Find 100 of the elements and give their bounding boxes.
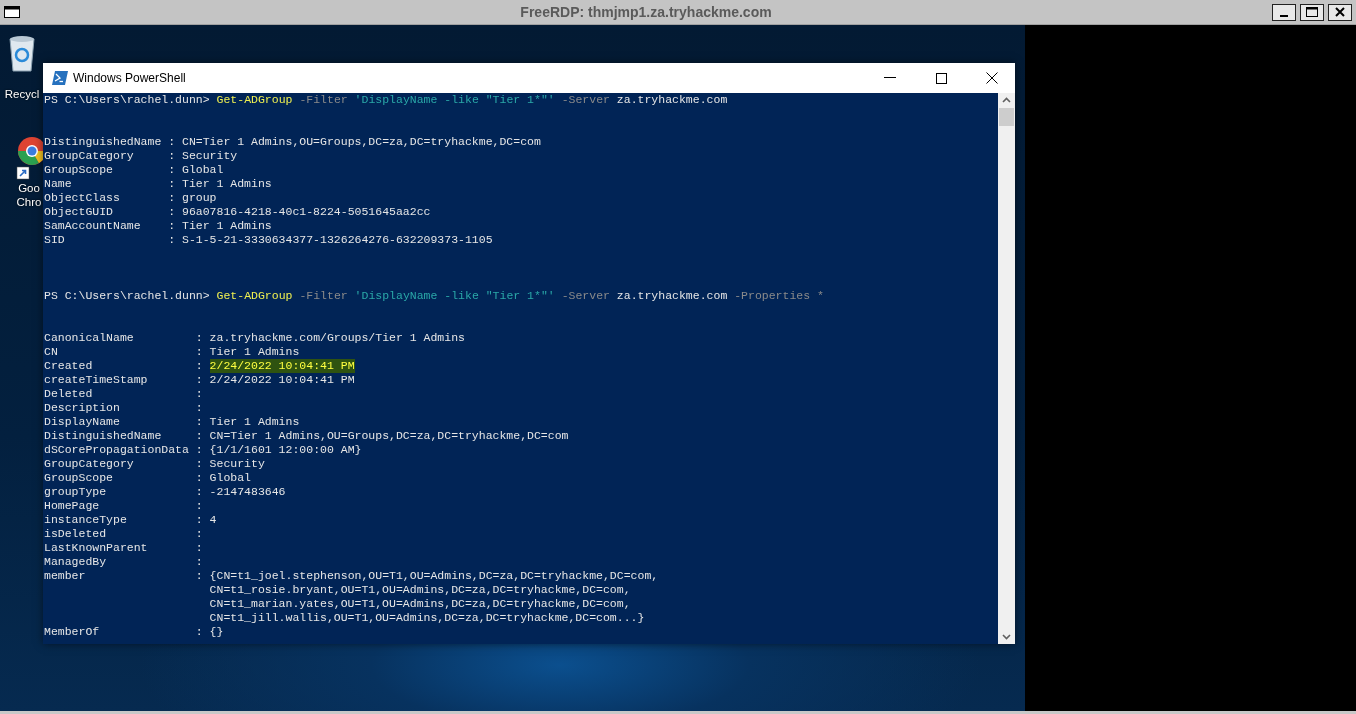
separator-colon: : <box>195 499 203 513</box>
command-parameter: -Server <box>561 289 610 303</box>
icon-label: Chro <box>16 195 42 209</box>
property-name: member <box>44 569 87 583</box>
separator-colon: : <box>195 457 203 471</box>
close-icon <box>986 72 998 84</box>
property-value: Global <box>209 471 252 485</box>
minimize-button[interactable] <box>1272 3 1296 21</box>
maximize-button[interactable] <box>1300 3 1324 21</box>
separator-colon: : <box>195 625 203 639</box>
property-value: 2/24/2022 10:04:41 PM <box>209 359 355 373</box>
property-value: 96a07816-4218-40c1-8224-5051645aa2cc <box>182 205 431 219</box>
separator-colon: : <box>195 471 203 485</box>
command-string: 'DisplayName -like "Tier 1*"' <box>354 93 555 107</box>
property-value: Tier 1 Admins <box>209 415 300 429</box>
property-name: ObjectGUID <box>44 205 114 219</box>
property-value: 2/24/2022 10:04:41 PM <box>209 373 355 387</box>
property-name: groupType <box>44 485 108 499</box>
property-name: instanceType <box>44 513 128 527</box>
property-name: ObjectClass <box>44 191 121 205</box>
icon-label: Goo <box>18 181 40 195</box>
property-name: ManagedBy <box>44 555 108 569</box>
property-name: GroupScope <box>44 471 114 485</box>
property-value: CN=t1_rosie.bryant,OU=T1,OU=Admins,DC=za,DC=tryhackme,DC=com, <box>209 583 631 597</box>
maximize-icon <box>935 72 947 84</box>
property-value: CN=t1_marian.yates,OU=T1,OU=Admins,DC=za,DC=tryhackme,DC=com, <box>209 597 631 611</box>
minimize-icon <box>884 77 896 79</box>
property-value: 4 <box>209 513 217 527</box>
command-cmdlet: Get-ADGroup <box>216 289 293 303</box>
separator-colon: : <box>195 569 203 583</box>
property-value: {1/1/1601 12:00:00 AM} <box>209 443 362 457</box>
maximize-icon <box>1306 7 1318 17</box>
close-button[interactable] <box>1328 3 1352 21</box>
separator-colon: : <box>195 485 203 499</box>
property-value: Security <box>209 457 265 471</box>
property-name: Name <box>44 177 73 191</box>
property-value: CN=Tier 1 Admins,OU=Groups,DC=za,DC=tryhackme,DC=com <box>209 429 569 443</box>
property-name: DistinguishedName <box>44 429 163 443</box>
console-prompt: PS C:\Users\rachel.dunn> <box>44 289 210 303</box>
scrollbar[interactable] <box>998 93 1015 644</box>
separator-colon: : <box>168 219 176 233</box>
separator-colon: : <box>195 443 203 457</box>
separator-colon: : <box>195 541 203 555</box>
property-value: S-1-5-21-3330634377-1326264276-632209373-1105 <box>182 233 493 247</box>
separator-colon: : <box>195 373 203 387</box>
property-name: CanonicalName <box>44 331 135 345</box>
property-name: DisplayName <box>44 415 121 429</box>
property-value: CN=Tier 1 Admins,OU=Groups,DC=za,DC=tryhackme,DC=com <box>182 135 541 149</box>
command-parameter: * <box>817 289 824 303</box>
command-parameter: -Properties <box>734 289 811 303</box>
separator-colon: : <box>195 527 203 541</box>
command-argument: za.tryhackme.com <box>616 93 728 107</box>
property-name: GroupScope <box>44 163 114 177</box>
separator-colon: : <box>168 233 176 247</box>
separator-colon: : <box>168 135 176 149</box>
window-title: Windows PowerShell <box>73 71 187 85</box>
property-value: {CN=t1_joel.stephenson,OU=T1,OU=Admins,DC=za,DC=tryhackme,DC=com, <box>209 569 659 583</box>
icon-label: Recycl <box>4 87 40 101</box>
window-icon <box>4 6 20 18</box>
close-icon <box>1335 7 1345 17</box>
separator-colon: : <box>168 177 176 191</box>
separator-colon: : <box>168 205 176 219</box>
separator-colon: : <box>168 163 176 177</box>
command-parameter: -Filter <box>299 93 348 107</box>
property-name: Deleted <box>44 387 94 401</box>
separator-colon: : <box>195 513 203 527</box>
command-parameter: -Filter <box>299 289 348 303</box>
property-name: CN <box>44 345 59 359</box>
command-parameter: -Server <box>561 93 610 107</box>
property-value: Tier 1 Admins <box>209 345 300 359</box>
command-argument: za.tryhackme.com <box>616 289 728 303</box>
property-name: DistinguishedName <box>44 135 163 149</box>
property-name: SID <box>44 233 66 247</box>
property-value: Tier 1 Admins <box>182 177 272 191</box>
property-value: {} <box>209 625 224 639</box>
property-name: createTimeStamp <box>44 373 149 387</box>
separator-colon: : <box>195 401 203 415</box>
separator-colon: : <box>168 191 176 205</box>
property-name: Description <box>44 401 121 415</box>
property-value: -2147483646 <box>209 485 286 499</box>
property-name: LastKnownParent <box>44 541 149 555</box>
command-string: 'DisplayName -like "Tier 1*"' <box>354 289 555 303</box>
property-value: Global <box>182 163 224 177</box>
command-cmdlet: Get-ADGroup <box>216 93 293 107</box>
property-name: isDeleted <box>44 527 108 541</box>
property-name: SamAccountName <box>44 219 142 233</box>
separator-colon: : <box>195 359 203 373</box>
powershell-icon <box>52 71 68 85</box>
window-title: FreeRDP: thmjmp1.za.tryhackme.com <box>519 4 773 20</box>
console-prompt: PS C:\Users\rachel.dunn> <box>44 93 210 107</box>
separator-colon: : <box>195 331 203 345</box>
property-name: GroupCategory <box>44 149 135 163</box>
property-name: Created <box>44 359 94 373</box>
separator-colon: : <box>195 555 203 569</box>
property-value: Tier 1 Admins <box>182 219 272 233</box>
scroll-thumb[interactable] <box>999 108 1014 126</box>
property-value: CN=t1_jill.wallis,OU=T1,OU=Admins,DC=za,DC=tryhackme,DC=com...} <box>209 611 645 625</box>
property-name: GroupCategory <box>44 457 135 471</box>
property-value: za.tryhackme.com/Groups/Tier 1 Admins <box>209 331 465 345</box>
property-name: MemberOf <box>44 625 101 639</box>
